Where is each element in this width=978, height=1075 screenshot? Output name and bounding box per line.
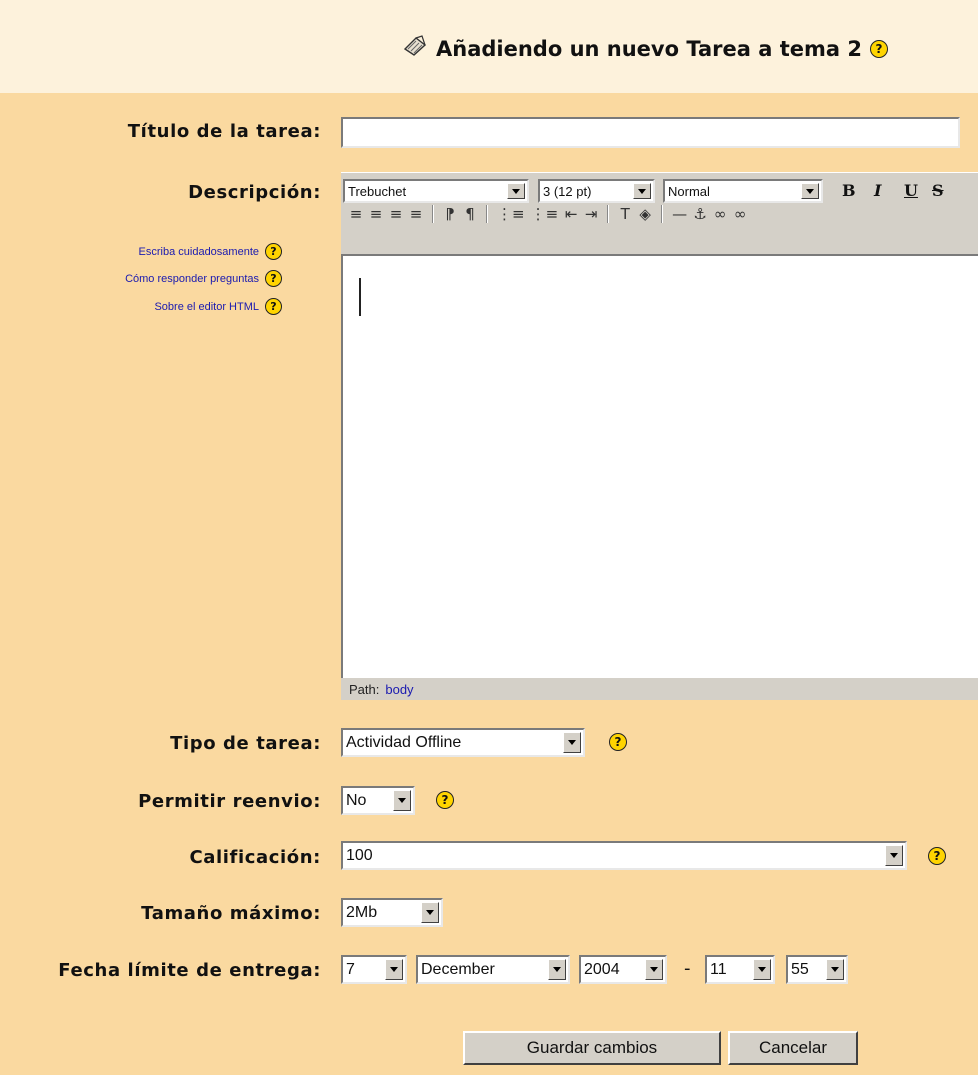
resubmit-select[interactable]: No xyxy=(341,786,415,815)
help-link-answer-questions[interactable]: Cómo responder preguntas ? xyxy=(125,270,282,287)
deadline-month-select[interactable]: December xyxy=(416,955,570,984)
deadline-year-select[interactable]: 2004 xyxy=(579,955,667,984)
background-color-icon[interactable]: ◈ xyxy=(638,205,652,223)
help-icon: ? xyxy=(265,243,282,260)
help-icon[interactable]: ? xyxy=(928,847,946,865)
deadline-hour-value: 11 xyxy=(710,960,727,978)
editor-path-bar: Path: body xyxy=(341,678,978,700)
max-size-label: Tamaño máximo: xyxy=(141,903,321,924)
ordered-list-icon[interactable]: ⋮≡ xyxy=(497,205,525,223)
font-family-select[interactable]: Trebuchet xyxy=(343,179,529,203)
chevron-down-icon xyxy=(548,959,566,980)
indent-icon[interactable]: ⇥ xyxy=(584,205,598,223)
italic-button[interactable]: I xyxy=(874,181,881,200)
unlink-icon[interactable]: ∞ xyxy=(733,205,747,223)
deadline-day-value: 7 xyxy=(346,960,355,978)
help-icon[interactable]: ? xyxy=(869,39,888,58)
ltr-icon[interactable]: ⁋ xyxy=(443,205,457,223)
editor-toolbar-row-2: ≡ ≡ ≡ ≡ ⁋ ¶ ⋮≡ ⋮≡ ⇤ ⇥ T ◈ — ⚓ ∞ ∞ xyxy=(349,205,747,223)
resubmit-label: Permitir reenvio: xyxy=(138,791,321,812)
rtl-icon[interactable]: ¶ xyxy=(463,205,477,223)
anchor-icon[interactable]: ⚓ xyxy=(693,205,707,223)
task-type-value: Actividad Offline xyxy=(346,733,462,751)
description-label: Descripción: xyxy=(188,182,321,203)
help-link-label: Escriba cuidadosamente xyxy=(138,245,259,258)
max-size-value: 2Mb xyxy=(346,903,378,921)
paragraph-style-select[interactable]: Normal xyxy=(663,179,823,203)
strikethrough-button[interactable]: S xyxy=(932,181,944,200)
editor-content-area[interactable] xyxy=(341,254,978,678)
grade-select[interactable]: 100 xyxy=(341,841,907,870)
font-family-value: Trebuchet xyxy=(348,183,407,199)
link-icon[interactable]: ∞ xyxy=(713,205,727,223)
outdent-icon[interactable]: ⇤ xyxy=(564,205,578,223)
toolbar-divider xyxy=(607,205,610,223)
help-link-write-carefully[interactable]: Escriba cuidadosamente ? xyxy=(139,243,282,260)
bold-button[interactable]: B xyxy=(842,181,856,200)
deadline-year-value: 2004 xyxy=(584,960,620,978)
text-caret xyxy=(359,278,361,316)
help-link-html-editor[interactable]: Sobre el editor HTML ? xyxy=(154,298,282,315)
help-icon: ? xyxy=(265,270,282,287)
chevron-down-icon xyxy=(826,959,844,980)
deadline-month-value: December xyxy=(421,960,495,978)
chevron-down-icon xyxy=(633,183,651,199)
chevron-down-icon xyxy=(563,732,581,753)
assignment-icon xyxy=(402,35,428,62)
task-type-select[interactable]: Actividad Offline xyxy=(341,728,585,757)
text-color-icon[interactable]: T xyxy=(618,205,632,223)
chevron-down-icon xyxy=(645,959,663,980)
deadline-minute-select[interactable]: 55 xyxy=(786,955,848,984)
align-left-icon[interactable]: ≡ xyxy=(349,205,363,223)
title-label: Título de la tarea: xyxy=(127,121,321,142)
path-value[interactable]: body xyxy=(385,682,413,697)
chevron-down-icon xyxy=(385,959,403,980)
save-button[interactable]: Guardar cambios xyxy=(463,1031,721,1065)
align-center-icon[interactable]: ≡ xyxy=(369,205,383,223)
max-size-select[interactable]: 2Mb xyxy=(341,898,443,927)
deadline-label: Fecha límite de entrega: xyxy=(58,960,321,981)
page-header: Añadiendo un nuevo Tarea a tema 2 ? xyxy=(0,0,978,93)
unordered-list-icon[interactable]: ⋮≡ xyxy=(531,205,559,223)
page-title: Añadiendo un nuevo Tarea a tema 2 ? xyxy=(402,35,888,62)
path-label: Path: xyxy=(349,681,380,697)
font-size-select[interactable]: 3 (12 pt) xyxy=(538,179,655,203)
toolbar-divider xyxy=(432,205,434,223)
help-icon[interactable]: ? xyxy=(436,791,454,809)
paragraph-style-value: Normal xyxy=(668,183,710,199)
chevron-down-icon xyxy=(801,183,819,199)
chevron-down-icon xyxy=(393,790,411,811)
resubmit-value: No xyxy=(346,791,367,809)
deadline-day-select[interactable]: 7 xyxy=(341,955,407,984)
title-input[interactable] xyxy=(341,117,960,148)
chevron-down-icon xyxy=(421,902,439,923)
align-right-icon[interactable]: ≡ xyxy=(389,205,403,223)
grade-value: 100 xyxy=(346,846,373,864)
grade-label: Calificación: xyxy=(189,847,321,868)
deadline-hour-select[interactable]: 11 xyxy=(705,955,775,984)
underline-button[interactable]: U xyxy=(904,181,918,200)
cancel-button[interactable]: Cancelar xyxy=(728,1031,858,1065)
help-link-label: Cómo responder preguntas xyxy=(125,272,259,285)
toolbar-divider xyxy=(486,205,488,223)
justify-icon[interactable]: ≡ xyxy=(409,205,423,223)
chevron-down-icon xyxy=(885,845,903,866)
help-link-label: Sobre el editor HTML xyxy=(154,300,259,313)
horizontal-rule-icon[interactable]: — xyxy=(672,205,687,223)
chevron-down-icon xyxy=(507,183,525,199)
toolbar-divider xyxy=(661,205,664,223)
font-size-value: 3 (12 pt) xyxy=(543,183,592,199)
page-title-text: Añadiendo un nuevo Tarea a tema 2 xyxy=(436,36,862,61)
time-separator: - xyxy=(684,958,691,979)
help-icon[interactable]: ? xyxy=(609,733,627,751)
deadline-minute-value: 55 xyxy=(791,960,809,978)
help-icon: ? xyxy=(265,298,282,315)
chevron-down-icon xyxy=(753,959,771,980)
task-type-label: Tipo de tarea: xyxy=(170,733,321,754)
